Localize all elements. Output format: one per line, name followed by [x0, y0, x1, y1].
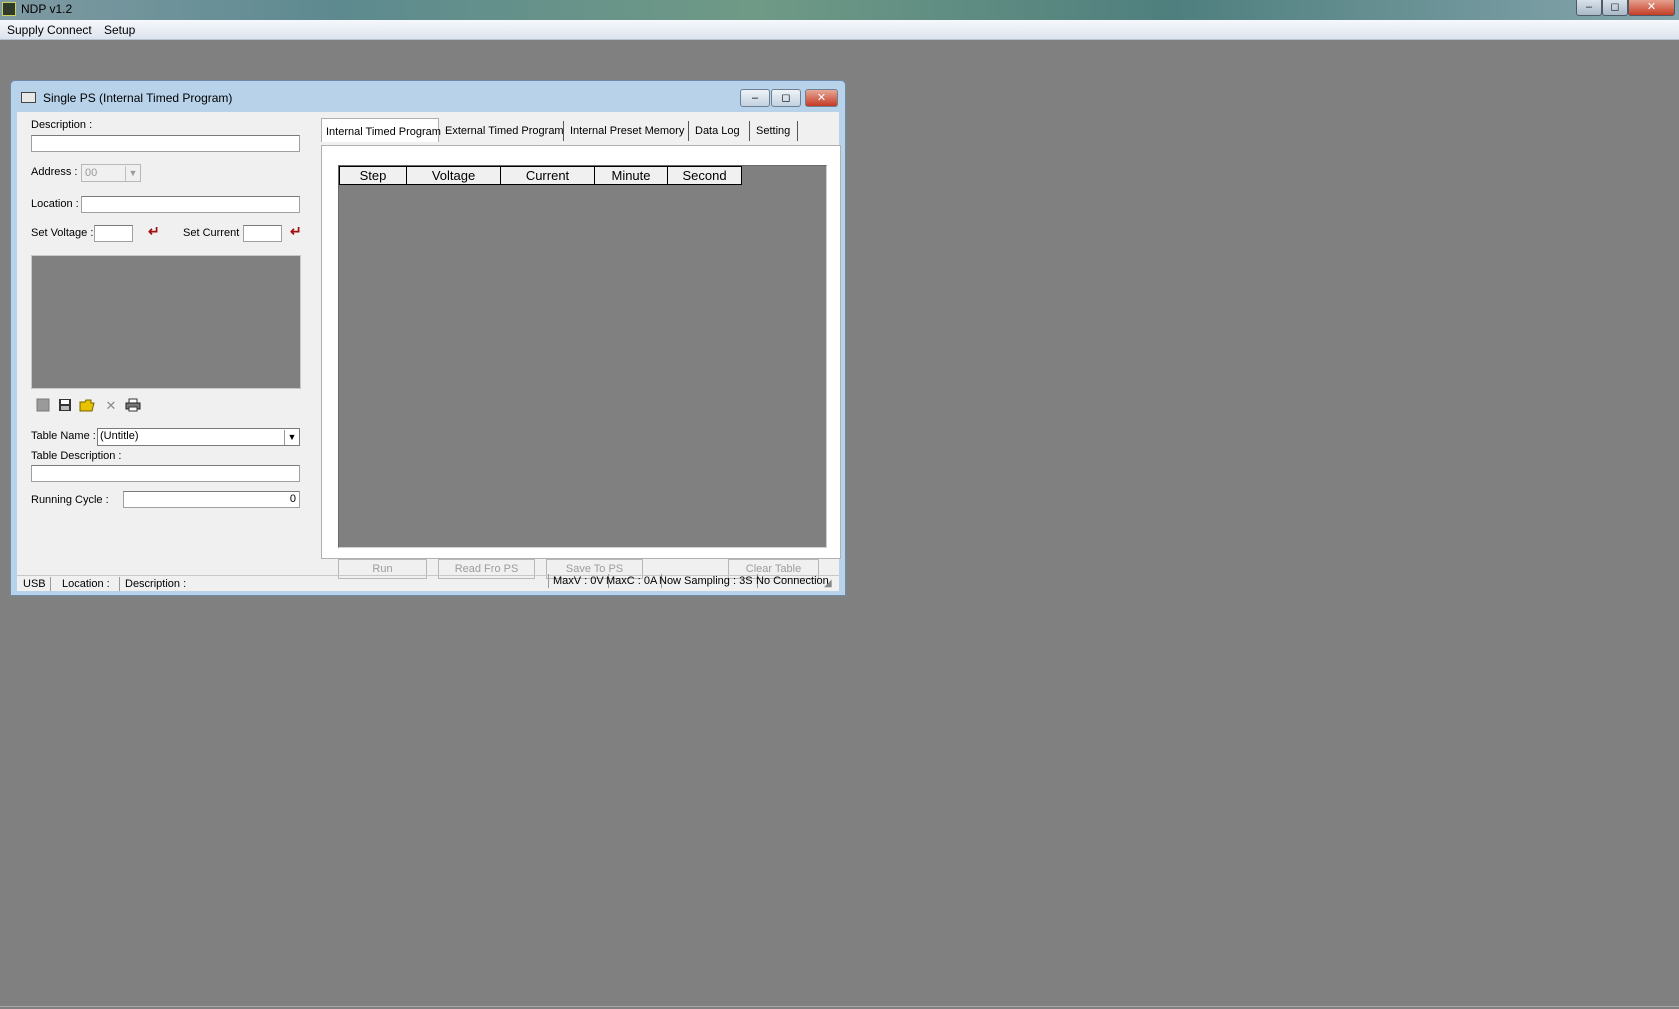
tab-external-timed-program[interactable]: External Timed Program: [441, 121, 564, 141]
program-grid[interactable]: Step Voltage Current Minute Second: [338, 165, 827, 548]
status-sampling: Now Sampling : 3S: [655, 574, 758, 588]
address-value: 00: [85, 167, 98, 179]
open-folder-icon[interactable]: [79, 398, 95, 414]
set-voltage-label: Set Voltage :: [31, 227, 94, 239]
save-icon[interactable]: [57, 398, 73, 414]
delete-icon[interactable]: ✕: [103, 398, 119, 414]
table-list-box[interactable]: [31, 255, 301, 389]
status-location: Location :: [58, 577, 120, 591]
column-header-second[interactable]: Second: [668, 166, 742, 185]
minimize-button[interactable]: –: [1576, 0, 1602, 16]
child-client-area: Description : Address : 00 ▼ Location : …: [17, 112, 841, 591]
status-bar: USB Location : Description : MaxV : 0V M…: [17, 574, 839, 591]
tab-internal-preset-memory[interactable]: Internal Preset Memory: [566, 121, 689, 141]
column-header-current[interactable]: Current: [501, 166, 595, 185]
status-max-current: MaxC : 0A: [602, 574, 663, 588]
resize-grip-icon[interactable]: ◢: [824, 578, 832, 589]
print-icon[interactable]: [125, 398, 141, 414]
address-select[interactable]: 00 ▼: [81, 164, 141, 182]
menu-supply-connect[interactable]: Supply Connect: [7, 23, 92, 37]
table-name-label: Table Name :: [31, 430, 96, 442]
set-voltage-input[interactable]: [94, 225, 133, 242]
chevron-down-icon[interactable]: ▼: [125, 166, 140, 181]
address-label: Address :: [31, 166, 78, 178]
tab-setting[interactable]: Setting: [752, 121, 798, 141]
app-title: NDP v1.2: [21, 2, 73, 16]
status-connection: No Connection: [756, 575, 829, 587]
column-header-step[interactable]: Step: [339, 166, 407, 185]
set-voltage-enter-icon[interactable]: ↵: [148, 223, 160, 240]
child-maximize-button[interactable]: ◻: [771, 89, 801, 107]
description-input[interactable]: [31, 135, 300, 152]
child-window-title: Single PS (Internal Timed Program): [43, 91, 233, 105]
running-cycle-input[interactable]: 0: [123, 491, 300, 508]
set-current-enter-icon[interactable]: ↵: [290, 223, 302, 240]
tab-strip: Internal Timed Program External Timed Pr…: [321, 118, 841, 145]
maximize-button[interactable]: ◻: [1602, 0, 1628, 16]
menu-bar: Supply Connect Setup: [0, 20, 1679, 40]
set-current-label: Set Current :: [183, 227, 246, 239]
column-header-minute[interactable]: Minute: [595, 166, 668, 185]
child-close-button[interactable]: ✕: [805, 89, 838, 107]
table-description-input[interactable]: [31, 465, 300, 482]
status-max-voltage: MaxV : 0V: [548, 574, 609, 588]
tab-data-log[interactable]: Data Log: [691, 121, 750, 141]
single-ps-window: Single PS (Internal Timed Program) – ◻ ✕…: [10, 80, 846, 596]
window-icon: [21, 92, 36, 103]
description-label: Description :: [31, 119, 93, 131]
location-input[interactable]: [81, 196, 300, 213]
table-name-value: (Untitle): [100, 430, 139, 442]
tab-panel-internal-timed-program: Step Voltage Current Minute Second: [321, 145, 841, 559]
set-current-input[interactable]: [243, 225, 282, 242]
new-icon[interactable]: [35, 398, 51, 414]
table-description-label: Table Description :: [31, 450, 122, 462]
running-cycle-label: Running Cycle :: [31, 494, 109, 506]
location-label: Location :: [31, 198, 79, 210]
app-title-bar: NDP v1.2 – ◻ ✕: [0, 0, 1679, 20]
menu-setup[interactable]: Setup: [104, 23, 135, 37]
close-button[interactable]: ✕: [1628, 0, 1675, 16]
column-header-voltage[interactable]: Voltage: [407, 166, 501, 185]
chevron-down-icon[interactable]: ▼: [284, 430, 299, 445]
table-name-select[interactable]: (Untitle) ▼: [97, 428, 300, 446]
status-connection-type: USB: [19, 577, 51, 591]
tab-internal-timed-program[interactable]: Internal Timed Program: [321, 118, 441, 142]
mdi-bottom-border: [0, 1006, 1679, 1007]
app-icon: [2, 2, 16, 16]
child-minimize-button[interactable]: –: [740, 89, 770, 107]
status-description: Description :: [125, 578, 187, 590]
